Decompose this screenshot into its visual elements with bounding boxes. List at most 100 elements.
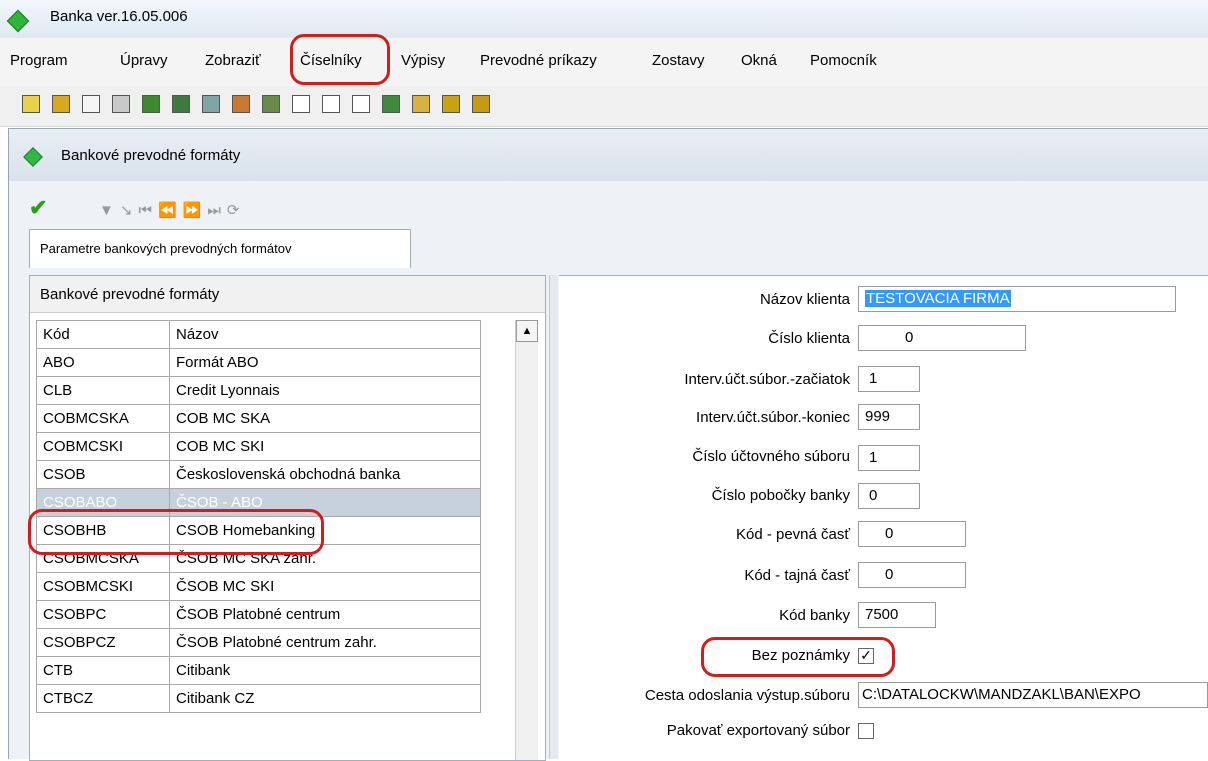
app-icon [6, 9, 30, 33]
field-cislo-pobocky[interactable]: 0 [858, 483, 920, 509]
confirm-check-icon[interactable]: ✔ [29, 195, 47, 221]
table-row[interactable]: COBMCSKA COB MC SKA [36, 404, 481, 433]
field-kod-banky[interactable]: 7500 [858, 602, 936, 628]
cell-code: CSOBPC [36, 600, 170, 629]
cell-name: Formát ABO [169, 348, 481, 377]
cell-name: Citibank [169, 656, 481, 685]
toolbar-list-icon[interactable] [322, 95, 340, 113]
table-row[interactable]: CLB Credit Lyonnais [36, 376, 481, 405]
cell-code: CSOBPCZ [36, 628, 170, 657]
label-cesta-odoslania: Cesta odoslania výstup.súboru [644, 687, 850, 704]
child-window-title: Bankové prevodné formáty [61, 147, 241, 164]
toolbar-doc-icon[interactable] [262, 95, 280, 113]
field-cislo-klienta[interactable]: 0 [858, 325, 1026, 351]
toolbar-money-icon[interactable] [232, 95, 250, 113]
table-row[interactable]: CSOBPCZ ČSOB Platobné centrum zahr. [36, 628, 481, 657]
tab-parametre[interactable]: Parametre bankových prevodných formátov [29, 229, 411, 268]
checkbox-pakovat[interactable] [858, 723, 874, 739]
menu-program[interactable]: Program [10, 52, 68, 69]
menu-pomocnik[interactable]: Pomocník [810, 52, 877, 69]
field-cesta-odoslania[interactable]: C:\DATALOCKW\MANDZAKL\BAN\EXPO [858, 682, 1208, 708]
list-scrollbar[interactable]: ▲ [515, 320, 538, 760]
menu-bar: Program Úpravy Zobraziť Číselníky Výpisy… [0, 38, 1208, 86]
cell-code: CSOB [36, 460, 170, 489]
toolbar-report-icon[interactable] [172, 95, 190, 113]
list-panel-header: Bankové prevodné formáty [30, 276, 545, 313]
main-toolbar [0, 86, 1208, 127]
cell-name: ČSOB Platobné centrum [169, 600, 481, 629]
toolbar-mail-icon[interactable] [82, 95, 100, 113]
toolbar-bars-icon[interactable] [442, 95, 460, 113]
menu-zostavy[interactable]: Zostavy [652, 52, 705, 69]
cell-code: CTBCZ [36, 684, 170, 713]
label-kod-banky: Kód banky [779, 607, 850, 624]
field-nazov-klienta-value: TESTOVACIA FIRMA [865, 290, 1011, 307]
cell-code: CTB [36, 656, 170, 685]
toolbar-calc-icon[interactable] [382, 95, 400, 113]
cell-name: ČSOB Platobné centrum zahr. [169, 628, 481, 657]
cell-code: COBMCSKA [36, 404, 170, 433]
toolbar-grid-icon[interactable] [292, 95, 310, 113]
cell-code: CSOBMCSKI [36, 572, 170, 601]
cell-code: ABO [36, 348, 170, 377]
field-kod-tajna[interactable]: 0 [858, 562, 966, 588]
title-bar: Banka ver.16.05.006 [0, 0, 1208, 39]
column-header-nazov[interactable]: Názov [169, 320, 481, 349]
label-cislo-pobocky: Číslo pobočky banky [711, 487, 850, 504]
cell-name: Citibank CZ [169, 684, 481, 713]
label-kod-tajna: Kód - tajná časť [744, 567, 850, 584]
highlight-ciselniky [290, 34, 390, 85]
table-row[interactable]: CSOBMCSKI ČSOB MC SKI [36, 572, 481, 601]
first-record-icon[interactable]: ⏮ [138, 202, 158, 219]
toolbar-bank-icon[interactable] [112, 95, 130, 113]
cell-name: Credit Lyonnais [169, 376, 481, 405]
prev-record-icon[interactable]: ⏪ [158, 202, 183, 219]
field-kod-pevna[interactable]: 0 [858, 521, 966, 547]
next-record-icon[interactable]: ⏩ [183, 202, 208, 219]
menu-zobrazit[interactable]: Zobraziť [205, 52, 261, 69]
refresh-icon[interactable]: ⟳ [227, 202, 246, 219]
label-nazov-klienta: Názov klienta [759, 291, 850, 308]
column-header-kod[interactable]: Kód [36, 320, 170, 349]
toolbar-lock-icon[interactable] [52, 95, 70, 113]
toolbar-key-icon[interactable] [412, 95, 430, 113]
last-record-icon[interactable]: ⏭ [207, 202, 227, 219]
table-row[interactable]: CTBCZ Citibank CZ [36, 684, 481, 713]
label-kod-pevna: Kód - pevná časť [735, 526, 850, 543]
window-title: Banka ver.16.05.006 [50, 8, 188, 25]
table-row[interactable]: CSOBPC ČSOB Platobné centrum [36, 600, 481, 629]
table-row[interactable]: COBMCSKI COB MC SKI [36, 432, 481, 461]
label-interv-zaciatok: Interv.účt.súbor.-začiatok [684, 371, 850, 388]
filter-icon[interactable]: ▼ [99, 202, 120, 219]
field-interv-zaciatok[interactable]: 1 [858, 366, 920, 392]
tab-label: Parametre bankových prevodných formátov [40, 241, 292, 256]
table-header-row: Kód Názov [36, 320, 481, 349]
menu-prevodne-prikazy[interactable]: Prevodné príkazy [480, 52, 597, 69]
child-window: Bankové prevodné formáty ✔ ▼↘⏮⏪⏩⏭⟳ Param… [8, 128, 1208, 761]
toolbar-stats-icon[interactable] [472, 95, 490, 113]
field-nazov-klienta[interactable]: TESTOVACIA FIRMA [858, 286, 1176, 312]
toolbar-door-icon[interactable] [22, 95, 40, 113]
table-row[interactable]: CSOB Československá obchodná banka [36, 460, 481, 489]
cell-name: COB MC SKI [169, 432, 481, 461]
label-pakovat: Pakovať exportovaný súbor [666, 722, 850, 739]
table-row[interactable]: ABO Formát ABO [36, 348, 481, 377]
field-interv-koniec[interactable]: 999 [858, 404, 920, 430]
menu-upravy[interactable]: Úpravy [120, 52, 168, 69]
table-row[interactable]: CTB Citibank [36, 656, 481, 685]
cell-code: COBMCSKI [36, 432, 170, 461]
label-cislo-uctovneho-suboru: Číslo účtovného súboru [692, 448, 850, 465]
field-cislo-uctovneho-suboru[interactable]: 1 [858, 445, 920, 471]
list-panel-title: Bankové prevodné formáty [40, 286, 220, 303]
toolbar-chart-icon[interactable] [202, 95, 220, 113]
highlight-selected-row [28, 509, 324, 555]
toolbar-book-icon[interactable] [142, 95, 160, 113]
toolbar-window-icon[interactable] [352, 95, 370, 113]
filter-off-icon[interactable]: ↘ [120, 202, 139, 219]
scroll-up-arrow-icon[interactable]: ▲ [516, 320, 538, 342]
child-title-bar: Bankové prevodné formáty [9, 129, 1208, 181]
menu-okna[interactable]: Okná [741, 52, 777, 69]
label-cislo-klienta: Číslo klienta [768, 330, 850, 347]
menu-vypisy[interactable]: Výpisy [401, 52, 445, 69]
highlight-bez-poznamky [701, 637, 895, 677]
